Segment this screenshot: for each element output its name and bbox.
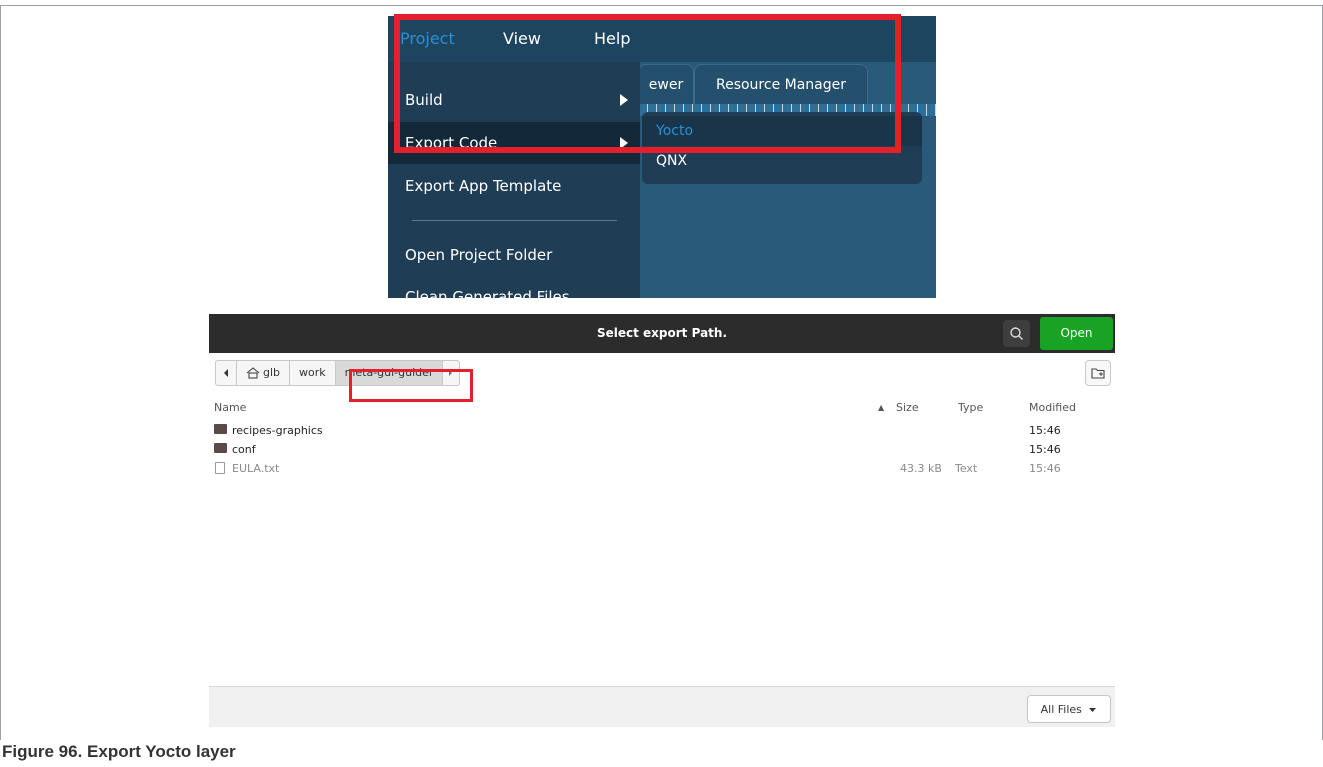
text-file-icon: [215, 462, 225, 474]
home-icon: [246, 367, 260, 379]
file-row[interactable]: conf 15:46: [214, 441, 1110, 459]
new-folder-button[interactable]: [1085, 360, 1111, 386]
dialog-title: Select export Path.: [596, 326, 727, 340]
search-icon: [1010, 327, 1023, 340]
file-row[interactable]: recipes-graphics 15:46: [214, 422, 1110, 440]
path-back-button[interactable]: [215, 360, 237, 386]
menu-item-export-app-template-label: Export App Template: [405, 177, 562, 195]
file-name: recipes-graphics: [232, 424, 323, 437]
path-crumb-home-label: glb: [263, 366, 281, 379]
new-folder-icon: [1091, 368, 1105, 379]
menu-item-clean-generated-files[interactable]: Clean Generated Files: [388, 276, 640, 298]
file-modified: 15:46: [1029, 462, 1061, 475]
path-crumb-work[interactable]: work: [290, 360, 336, 386]
file-name: conf: [232, 443, 256, 456]
column-modified[interactable]: Modified: [1029, 401, 1076, 414]
frame-border-top: [0, 5, 1323, 6]
folder-icon: [214, 443, 227, 453]
chevron-left-icon: [224, 369, 228, 377]
dialog-footer: All Files: [209, 686, 1115, 727]
file-filter-label: All Files: [1040, 703, 1082, 716]
path-crumb-home[interactable]: glb: [237, 360, 291, 386]
menu-item-open-project-folder[interactable]: Open Project Folder: [388, 234, 640, 276]
file-name: EULA.txt: [232, 462, 280, 475]
menu-separator: [412, 220, 617, 221]
column-name[interactable]: Name: [214, 401, 246, 414]
column-size[interactable]: Size: [896, 401, 919, 414]
annotation-highlight-box: [394, 14, 901, 153]
menu-item-clean-generated-files-label: Clean Generated Files: [405, 288, 570, 298]
file-filter-select[interactable]: All Files: [1027, 695, 1111, 723]
file-row[interactable]: EULA.txt 43.3 kB Text 15:46: [214, 460, 1110, 478]
dialog-header: Select export Path. Open: [209, 314, 1115, 353]
frame-border-left: [0, 5, 1, 740]
sort-ascending-icon: ▲: [878, 403, 885, 412]
annotation-highlight-box: [349, 369, 473, 402]
file-chooser-dialog: Select export Path. Open glb work meta-g…: [209, 314, 1115, 727]
menu-item-open-project-folder-label: Open Project Folder: [405, 246, 553, 264]
file-modified: 15:46: [1029, 424, 1061, 437]
chevron-down-icon: [1089, 708, 1097, 712]
file-size: 43.3 kB: [900, 462, 942, 475]
figure-caption: Figure 96. Export Yocto layer: [2, 742, 236, 761]
search-button[interactable]: [1003, 320, 1030, 347]
open-button[interactable]: Open: [1040, 317, 1113, 350]
file-type: Text: [955, 462, 978, 475]
column-type[interactable]: Type: [958, 401, 983, 414]
folder-icon: [214, 424, 227, 434]
menu-item-export-app-template[interactable]: Export App Template: [388, 165, 640, 207]
file-modified: 15:46: [1029, 443, 1061, 456]
